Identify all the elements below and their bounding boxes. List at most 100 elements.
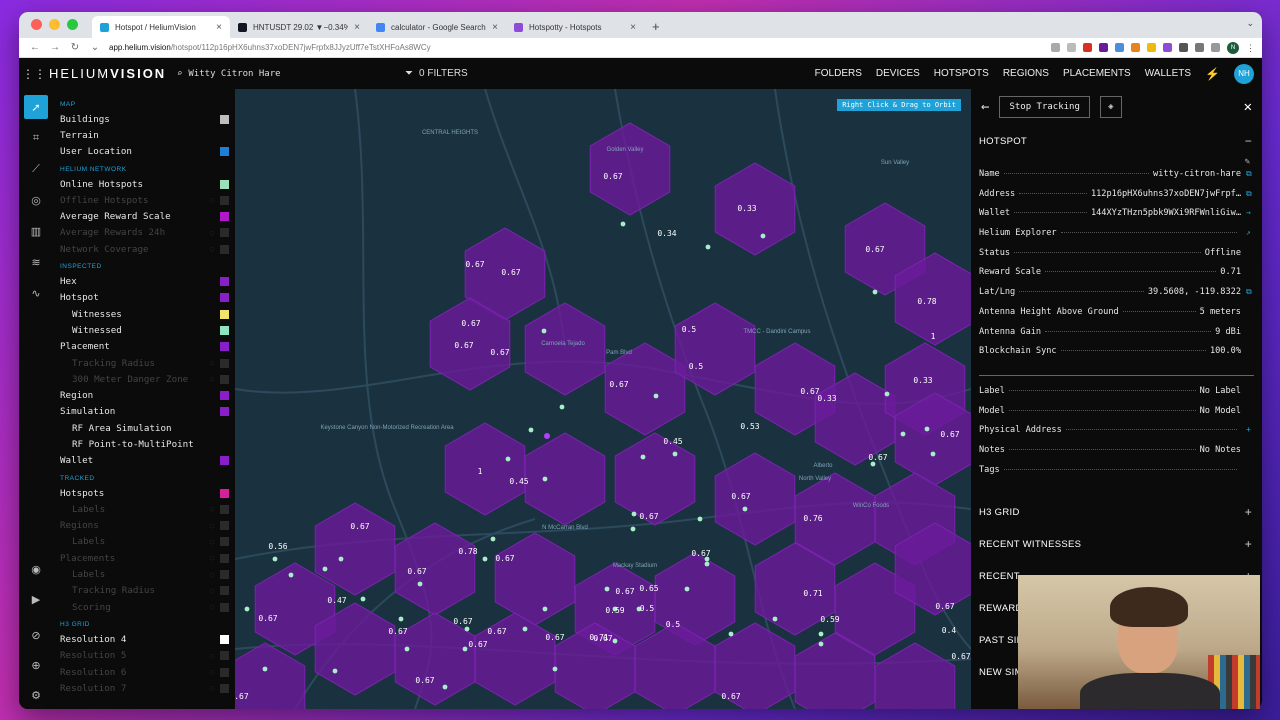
edit-pencil-icon[interactable]: ✎: [971, 157, 1262, 169]
layer-color-swatch[interactable]: [220, 488, 229, 498]
stop-tracking-button[interactable]: Stop Tracking: [999, 96, 1090, 118]
maximize-window-button[interactable]: [67, 19, 78, 30]
arrow-right-icon[interactable]: →: [1246, 208, 1254, 217]
layer-color-swatch[interactable]: [220, 147, 229, 157]
hidden-eye-icon[interactable]: ◌: [210, 603, 214, 611]
layer-toggle[interactable]: Labels ◌: [60, 534, 229, 550]
layer-color-swatch[interactable]: [220, 504, 229, 514]
layer-toggle[interactable]: Tracking Radius ◌: [60, 583, 229, 599]
expand-plus-icon[interactable]: +: [1245, 537, 1252, 551]
target-icon[interactable]: ◎: [24, 188, 48, 212]
layer-toggle[interactable]: Labels ◌: [60, 566, 229, 582]
layer-toggle[interactable]: Witnessed: [60, 322, 229, 338]
layer-toggle[interactable]: Resolution 7 ◌: [60, 680, 229, 696]
copy-icon[interactable]: ⧉: [1246, 169, 1254, 179]
hidden-eye-icon[interactable]: ◌: [210, 668, 214, 676]
minimize-window-button[interactable]: [49, 19, 60, 30]
hidden-eye-icon[interactable]: ◌: [210, 359, 214, 367]
close-icon[interactable]: ✕: [1244, 99, 1252, 115]
layer-color-swatch[interactable]: [220, 309, 229, 319]
layer-color-swatch[interactable]: [220, 586, 229, 596]
map-svg[interactable]: 0.670.330.340.670.670.670.670.670.670.50…: [235, 89, 971, 709]
layer-color-swatch[interactable]: [220, 195, 229, 205]
layer-color-swatch[interactable]: [220, 179, 229, 189]
extension-icon[interactable]: [1083, 43, 1092, 52]
copy-icon[interactable]: ⧉: [1246, 287, 1254, 297]
search-value[interactable]: Witty Citron Hare: [188, 69, 280, 79]
settings-gear-icon[interactable]: ⚙: [24, 683, 48, 707]
reading-list-icon[interactable]: [1195, 43, 1204, 52]
layer-toggle[interactable]: Placement: [60, 339, 229, 355]
browser-tab[interactable]: Hotspotty - Hotspots ×: [506, 16, 644, 38]
search-input[interactable]: ⌕ Witty Citron Hare: [177, 69, 405, 79]
hidden-eye-icon[interactable]: ◌: [210, 554, 214, 562]
layer-color-swatch[interactable]: [220, 667, 229, 677]
expand-plus-icon[interactable]: +: [1245, 505, 1252, 519]
layer-toggle[interactable]: Scoring ◌: [60, 599, 229, 615]
extension-icon[interactable]: [1163, 43, 1172, 52]
layer-color-swatch[interactable]: [220, 277, 229, 287]
layer-toggle[interactable]: Hotspots: [60, 485, 229, 501]
locate-target-icon[interactable]: ◈: [1099, 96, 1122, 118]
extension-icon[interactable]: [1115, 43, 1124, 52]
layer-toggle[interactable]: Average Reward Scale: [60, 208, 229, 224]
extension-icon[interactable]: [1147, 43, 1156, 52]
youtube-icon[interactable]: ▶: [24, 587, 48, 611]
layer-toggle[interactable]: User Location: [60, 144, 229, 160]
bookmark-star-icon[interactable]: [1067, 43, 1076, 52]
compass-icon[interactable]: ⊘: [24, 623, 48, 647]
nav-placements[interactable]: PLACEMENTS: [1063, 68, 1131, 79]
hidden-eye-icon[interactable]: ◌: [210, 375, 214, 383]
hidden-eye-icon[interactable]: ◌: [210, 587, 214, 595]
panel-section-header[interactable]: RECENT WITNESSES +: [971, 528, 1262, 560]
layer-color-swatch[interactable]: [220, 537, 229, 547]
layer-color-swatch[interactable]: [220, 651, 229, 661]
new-tab-button[interactable]: +: [644, 19, 668, 38]
layer-toggle[interactable]: Regions ◌: [60, 518, 229, 534]
apps-grid-icon[interactable]: ⋮⋮: [19, 67, 49, 81]
layer-toggle[interactable]: Region: [60, 387, 229, 403]
hidden-eye-icon[interactable]: ◌: [210, 229, 214, 237]
layer-toggle[interactable]: Hex: [60, 273, 229, 289]
layer-toggle[interactable]: Simulation: [60, 404, 229, 420]
close-tab-icon[interactable]: ×: [354, 22, 360, 33]
hidden-eye-icon[interactable]: ◌: [210, 652, 214, 660]
layer-toggle[interactable]: RF Point-to-MultiPoint: [60, 436, 229, 452]
layer-color-swatch[interactable]: [220, 114, 229, 124]
collapse-minus-icon[interactable]: −: [1245, 134, 1252, 148]
layer-color-swatch[interactable]: [220, 244, 229, 254]
layer-color-swatch[interactable]: [220, 602, 229, 612]
user-avatar[interactable]: NH: [1234, 63, 1254, 84]
close-tab-icon[interactable]: ×: [216, 22, 222, 33]
layer-color-swatch[interactable]: [220, 391, 229, 401]
discord-icon[interactable]: ◉: [24, 557, 48, 581]
share-icon[interactable]: [1051, 43, 1060, 52]
layer-toggle[interactable]: Buildings: [60, 111, 229, 127]
close-window-button[interactable]: [31, 19, 42, 30]
metamask-icon[interactable]: [1131, 43, 1140, 52]
menu-dots-icon[interactable]: ⋮: [1246, 43, 1255, 53]
external-link-icon[interactable]: ↗: [1246, 228, 1254, 237]
layer-toggle[interactable]: 300 Meter Danger Zone ◌: [60, 371, 229, 387]
nav-devices[interactable]: DEVICES: [876, 68, 920, 79]
select-cursor-icon[interactable]: ➚: [24, 95, 48, 119]
filters-button[interactable]: ⏷ 0 FILTERS: [405, 68, 468, 79]
nav-hotspots[interactable]: HOTSPOTS: [934, 68, 989, 79]
hidden-eye-icon[interactable]: ◌: [210, 571, 214, 579]
back-arrow-icon[interactable]: ←: [981, 99, 989, 115]
site-info-icon[interactable]: ⌄: [89, 42, 101, 53]
map-canvas[interactable]: 0.67 0.33 0.34 0.67 0.67 0.67 0.67 0.67 0.67 0.5 0…: [235, 89, 971, 709]
hidden-eye-icon[interactable]: ◌: [210, 196, 214, 204]
hidden-eye-icon[interactable]: ◌: [210, 538, 214, 546]
layer-color-swatch[interactable]: [220, 293, 229, 303]
tab-search-chevron-icon[interactable]: ⌄: [1246, 18, 1254, 29]
layer-color-swatch[interactable]: [220, 456, 229, 466]
layer-toggle[interactable]: Resolution 4: [60, 631, 229, 647]
layer-toggle[interactable]: Wallet: [60, 453, 229, 469]
layer-color-swatch[interactable]: [220, 553, 229, 563]
layer-toggle[interactable]: Witnesses: [60, 306, 229, 322]
map-icon[interactable]: ▥: [24, 219, 48, 243]
url-field[interactable]: app.helium.vision/hotspot/112p16pHX6uhns…: [109, 43, 1043, 52]
puzzle-icon[interactable]: [1179, 43, 1188, 52]
layer-color-swatch[interactable]: [220, 358, 229, 368]
